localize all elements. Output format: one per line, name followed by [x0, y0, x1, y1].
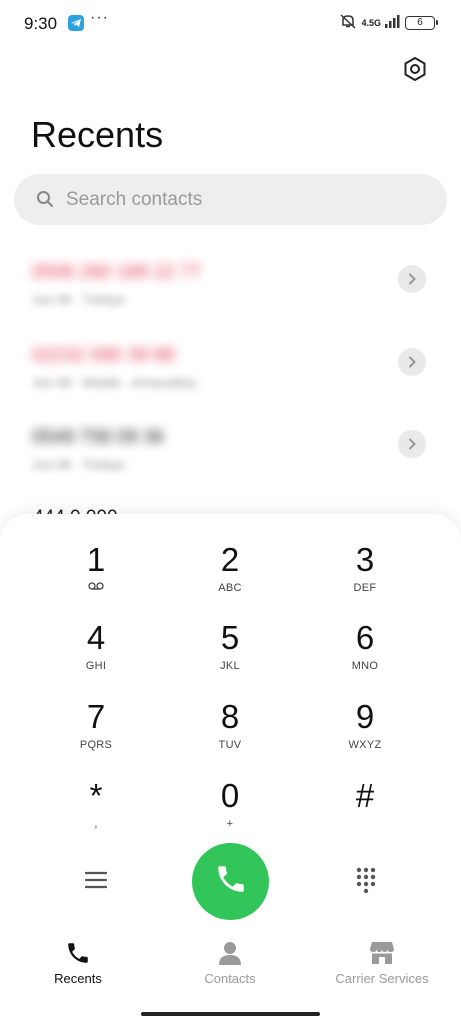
dial-key-6[interactable]: 6 MNO [305, 620, 425, 690]
network-type: 4.5G [361, 17, 381, 28]
search-icon [36, 190, 54, 213]
recent-call-number: 0506 260 189 22 77 [32, 262, 202, 283]
dial-letters: + [226, 818, 234, 830]
tab-carrier-services[interactable]: Carrier Services [312, 930, 452, 990]
dial-key-3[interactable]: 3 DEF [305, 542, 425, 612]
dial-digit: 0 [220, 777, 240, 814]
dial-digit: 4 [86, 619, 106, 656]
dial-key-4[interactable]: 4 GHI [36, 620, 156, 690]
keypad-toggle-button[interactable] [350, 866, 382, 898]
dial-key-7[interactable]: 7 PQRS [36, 699, 156, 769]
dial-digit: * [89, 777, 103, 814]
phone-icon [214, 862, 248, 901]
dial-digit: 1 [86, 541, 106, 578]
telegram-icon [68, 15, 84, 31]
status-more-dots: ··· [90, 9, 109, 26]
dial-key-hash[interactable]: # [305, 778, 425, 848]
dialpad-icon [355, 867, 377, 898]
dial-key-star[interactable]: * , [36, 778, 156, 848]
menu-icon [84, 871, 108, 894]
status-indicators: 4.5G 6 [339, 13, 438, 34]
recent-call-meta: Jun 08 · Türkiye [32, 457, 125, 472]
dial-key-5[interactable]: 5 JKL [170, 620, 290, 690]
tab-recents[interactable]: Recents [8, 930, 148, 990]
dial-digit: 5 [220, 619, 240, 656]
battery-icon: 6 [405, 16, 438, 30]
tab-label: Carrier Services [335, 971, 429, 986]
dial-digit: # [355, 777, 375, 814]
dial-key-1[interactable]: 1 [36, 542, 156, 612]
status-time: 9:30 [24, 14, 58, 33]
dial-digit: 9 [355, 698, 375, 735]
recent-call-meta: Jun 09 · Türkiye [32, 292, 125, 307]
dial-digit: 8 [220, 698, 240, 735]
dial-key-0[interactable]: 0 + [170, 778, 290, 848]
dial-letters: ABC [218, 582, 242, 594]
recent-call-item[interactable]: 02232 090 39 88 Jun 09 · Mobile · Arnavu… [0, 345, 461, 415]
recent-call-meta: Jun 09 · Mobile · Arnavutköy [32, 375, 197, 390]
call-button[interactable] [192, 843, 269, 920]
search-bar[interactable] [14, 174, 447, 225]
search-input[interactable] [66, 174, 426, 225]
recent-call-item[interactable]: 0549 758 09 36 Jun 08 · Türkiye [0, 427, 461, 497]
voicemail-icon [36, 582, 156, 592]
person-icon [217, 940, 243, 966]
tab-label: Recents [54, 971, 102, 986]
dial-letters: PQRS [79, 739, 113, 751]
bottom-nav: Recents Contacts Carrier Services [0, 930, 461, 1000]
signal-icon [385, 14, 401, 33]
dial-letters: , [94, 818, 98, 830]
recent-call-number: 02232 090 39 88 [32, 345, 175, 366]
dial-letters: TUV [218, 739, 242, 751]
dial-letters: MNO [351, 660, 379, 672]
tab-label: Contacts [204, 971, 256, 986]
call-details-button[interactable] [398, 348, 426, 376]
settings-button[interactable] [400, 56, 430, 86]
dial-letters: GHI [85, 660, 107, 672]
mute-icon [339, 13, 357, 34]
tab-contacts[interactable]: Contacts [160, 930, 300, 990]
home-indicator[interactable] [141, 1012, 320, 1016]
call-details-button[interactable] [398, 265, 426, 293]
store-icon [369, 940, 395, 966]
dial-letters: JKL [220, 660, 240, 672]
recent-call-number: 0549 758 09 36 [32, 427, 165, 448]
dial-key-8[interactable]: 8 TUV [170, 699, 290, 769]
dial-key-2[interactable]: 2 ABC [170, 542, 290, 612]
dial-key-9[interactable]: 9 WXYZ [305, 699, 425, 769]
dial-digit: 3 [355, 541, 375, 578]
dial-letters: DEF [353, 582, 377, 594]
menu-button[interactable] [80, 866, 112, 898]
dial-letters: WXYZ [348, 739, 382, 751]
call-details-button[interactable] [398, 430, 426, 458]
recent-call-item[interactable]: 0506 260 189 22 77 Jun 09 · Türkiye [0, 262, 461, 332]
status-bar: 9:30 ··· 4.5G 6 [0, 0, 461, 46]
dial-digit: 7 [86, 698, 106, 735]
phone-icon [65, 940, 91, 966]
dial-digit: 2 [220, 541, 240, 578]
dial-digit: 6 [355, 619, 375, 656]
page-title: Recents [31, 114, 164, 155]
gear-icon [402, 56, 428, 87]
